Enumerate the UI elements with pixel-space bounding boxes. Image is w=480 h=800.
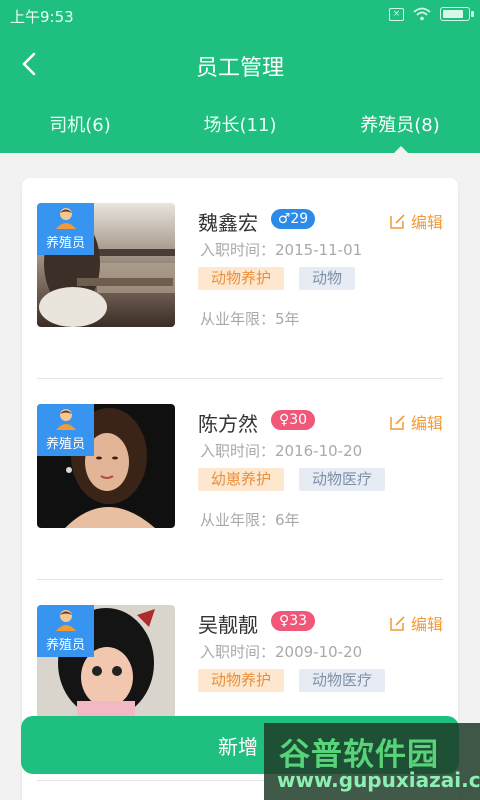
- edit-button[interactable]: 编辑: [390, 209, 443, 233]
- joined-date: 入职时间：2009-10-20: [200, 643, 363, 661]
- employee-card[interactable]: 养殖员 魏鑫宏 ♂29 编辑 入职时间：2015-11-01 动物养护 动物 从…: [37, 178, 443, 379]
- skill-tag: 动物: [299, 267, 356, 290]
- skill-tag: 动物医疗: [299, 669, 386, 692]
- edit-label: 编辑: [410, 414, 443, 433]
- role-badge: 养殖员: [37, 404, 94, 456]
- page-title: 员工管理: [195, 56, 284, 81]
- edit-icon: [390, 214, 405, 229]
- employee-name: 吴靓靓: [198, 613, 258, 637]
- watermark-url: www.gupuxiazai.com: [277, 768, 480, 792]
- gender-age-badge: ♀33: [271, 611, 315, 631]
- status-time: 上午9:53: [10, 8, 74, 26]
- edit-button[interactable]: 编辑: [390, 410, 443, 434]
- edit-button[interactable]: 编辑: [390, 611, 443, 635]
- person-icon: [56, 610, 76, 631]
- tab-drivers[interactable]: 司机(6): [0, 112, 160, 152]
- gender-age-badge: ♀30: [271, 410, 315, 430]
- joined-date: 入职时间：2016-10-20: [200, 442, 363, 460]
- employee-name: 魏鑫宏: [198, 211, 258, 235]
- joined-date: 入职时间：2015-11-01: [200, 241, 363, 259]
- person-icon: [56, 208, 76, 229]
- role-label: 养殖员: [45, 236, 85, 251]
- skill-tag: 动物养护: [198, 669, 285, 692]
- app-header: 员工管理 司机(6) 场长(11) 养殖员(8): [0, 32, 480, 155]
- employee-name: 陈方然: [198, 412, 258, 436]
- role-badge: 养殖员: [37, 605, 94, 657]
- person-icon: [56, 409, 76, 430]
- years-of-experience: 从业年限：5年: [200, 310, 300, 328]
- edit-icon: [390, 415, 405, 430]
- active-tab-indicator: [392, 146, 410, 155]
- role-badge: 养殖员: [37, 203, 94, 255]
- gender-age-badge: ♂29: [271, 209, 315, 229]
- wifi-icon: [413, 7, 431, 21]
- skill-tag: 动物养护: [198, 267, 285, 290]
- role-label: 养殖员: [45, 437, 85, 452]
- role-label: 养殖员: [45, 638, 85, 653]
- status-bar: 上午9:53 ×: [0, 0, 480, 32]
- battery-icon: [440, 7, 474, 21]
- status-icons: ×: [389, 7, 474, 21]
- years-of-experience: 从业年限：6年: [200, 511, 300, 529]
- edit-label: 编辑: [410, 213, 443, 232]
- watermark: 谷普软件园 www.gupuxiazai.com: [264, 723, 480, 800]
- tab-farm-managers[interactable]: 场长(11): [160, 112, 320, 152]
- skill-tag: 幼崽养护: [198, 468, 285, 491]
- edit-icon: [390, 616, 405, 631]
- employee-card[interactable]: 养殖员 陈方然 ♀30 编辑 入职时间：2016-10-20 幼崽养护 动物医疗…: [37, 379, 443, 580]
- skill-tag: 动物医疗: [299, 468, 386, 491]
- sim-card-icon: ×: [389, 7, 404, 21]
- employee-list: 养殖员 魏鑫宏 ♂29 编辑 入职时间：2015-11-01 动物养护 动物 从…: [22, 178, 458, 800]
- edit-label: 编辑: [410, 615, 443, 634]
